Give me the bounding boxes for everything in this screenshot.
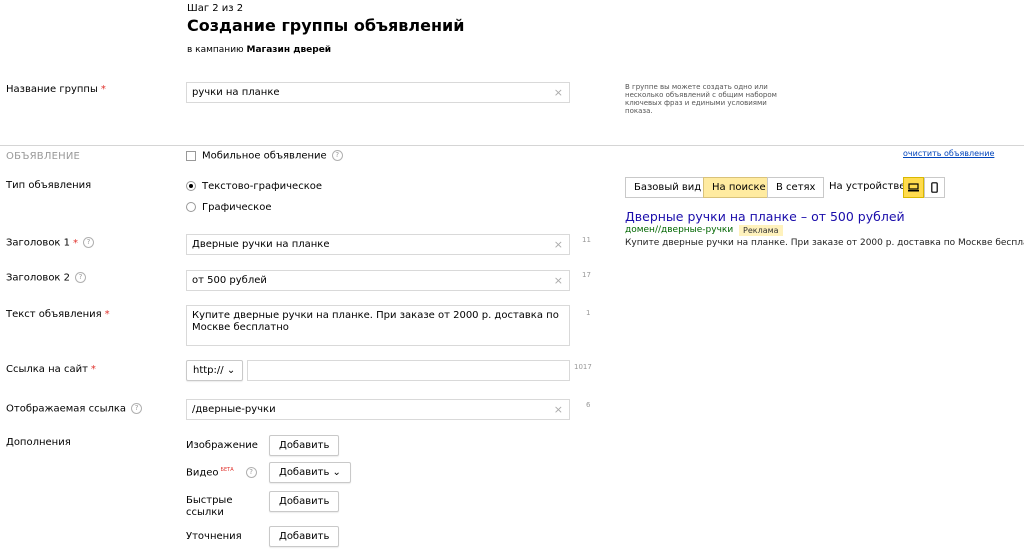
mobile-device-button[interactable] [924, 177, 945, 198]
ad-type-label: Тип объявления [6, 180, 92, 191]
video-label: Видео БЕТА? [186, 467, 257, 479]
device-label: На устройстве [829, 181, 906, 192]
ad-badge: Реклама [739, 225, 783, 236]
tab-search[interactable]: На поиске [703, 177, 775, 198]
quicklinks-label: Быстрые ссылки [186, 495, 233, 518]
chevron-down-icon: ⌄ [226, 365, 236, 376]
clear-icon[interactable]: × [554, 271, 563, 291]
ad-preview-text: Купите дверные ручки на планке. При зака… [625, 238, 1024, 248]
title1-input[interactable]: Дверные ручки на планке × [186, 234, 570, 255]
page-title: Создание группы объявлений [187, 16, 465, 35]
campaign-line: в кампанию Магазин дверей [187, 45, 331, 55]
chevron-down-icon: ⌄ [332, 467, 341, 478]
add-video-button[interactable]: Добавить ⌄ [269, 462, 351, 483]
ad-preview-domain: домен//дверные-ручки [625, 225, 734, 235]
site-link-counter: 1017 [574, 363, 592, 371]
clear-icon[interactable]: × [554, 400, 563, 420]
ad-type-option-graphic[interactable]: Графическое [186, 202, 272, 213]
help-icon[interactable]: ? [245, 467, 257, 478]
display-link-label: Отображаемая ссылка? [6, 403, 143, 415]
ad-preview-title[interactable]: Дверные ручки на планке – от 500 рублей [625, 209, 905, 224]
title2-input[interactable]: от 500 рублей × [186, 270, 570, 291]
tab-basic-view[interactable]: Базовый вид [625, 177, 711, 198]
group-name-label: Название группы * [6, 84, 106, 95]
site-link-label: Ссылка на сайт * [6, 364, 96, 375]
title2-counter: 17 [582, 271, 591, 279]
display-link-counter: 6 [586, 401, 591, 409]
title2-label: Заголовок 2? [6, 272, 87, 284]
clear-icon[interactable]: × [554, 235, 563, 255]
help-icon[interactable]: ? [83, 237, 95, 248]
add-image-button[interactable]: Добавить [269, 435, 340, 456]
add-clarifications-button[interactable]: Добавить [269, 526, 340, 547]
title1-counter: 11 [582, 236, 591, 244]
image-label: Изображение [186, 440, 258, 451]
clear-icon[interactable]: × [554, 83, 563, 103]
ad-type-option-text-graphic[interactable]: Текстово-графическое [186, 181, 322, 192]
add-quicklinks-button[interactable]: Добавить [269, 491, 340, 512]
radio-selected[interactable] [186, 181, 196, 191]
extras-label: Дополнения [6, 437, 71, 448]
clarifications-label: Уточнения [186, 531, 242, 542]
desktop-device-button[interactable] [903, 177, 924, 198]
mobile-ad-checkbox[interactable]: Мобильное объявление? [186, 150, 343, 162]
mobile-icon [931, 182, 938, 193]
group-hint: В группе вы можете создать одно или неск… [625, 83, 777, 115]
help-icon[interactable]: ? [131, 403, 143, 414]
campaign-name: Магазин дверей [246, 45, 332, 55]
desktop-icon [908, 183, 919, 192]
checkbox[interactable] [186, 150, 196, 161]
site-link-input[interactable] [247, 360, 570, 381]
beta-badge: БЕТА [220, 467, 234, 473]
help-icon[interactable]: ? [75, 272, 87, 283]
ad-text-counter: 1 [586, 309, 591, 317]
help-icon[interactable]: ? [331, 150, 343, 161]
title1-label: Заголовок 1 *? [6, 237, 95, 249]
ad-section-title: ОБЪЯВЛЕНИЕ [6, 151, 81, 162]
group-name-input[interactable]: ручки на планке × [186, 82, 570, 103]
ad-text-label: Текст объявления * [6, 309, 110, 320]
ad-text-textarea[interactable]: Купите дверные ручки на планке. При зака… [186, 305, 570, 346]
step-indicator: Шаг 2 из 2 [187, 3, 244, 14]
radio[interactable] [186, 202, 196, 212]
protocol-select[interactable]: http:// ⌄ [186, 360, 243, 381]
display-link-input[interactable]: /дверные-ручки × [186, 399, 570, 420]
tab-networks[interactable]: В сетях [767, 177, 825, 198]
clear-ad-link[interactable]: очистить объявление [903, 149, 994, 158]
campaign-prefix: в кампанию [187, 45, 244, 55]
section-divider [0, 145, 1024, 146]
